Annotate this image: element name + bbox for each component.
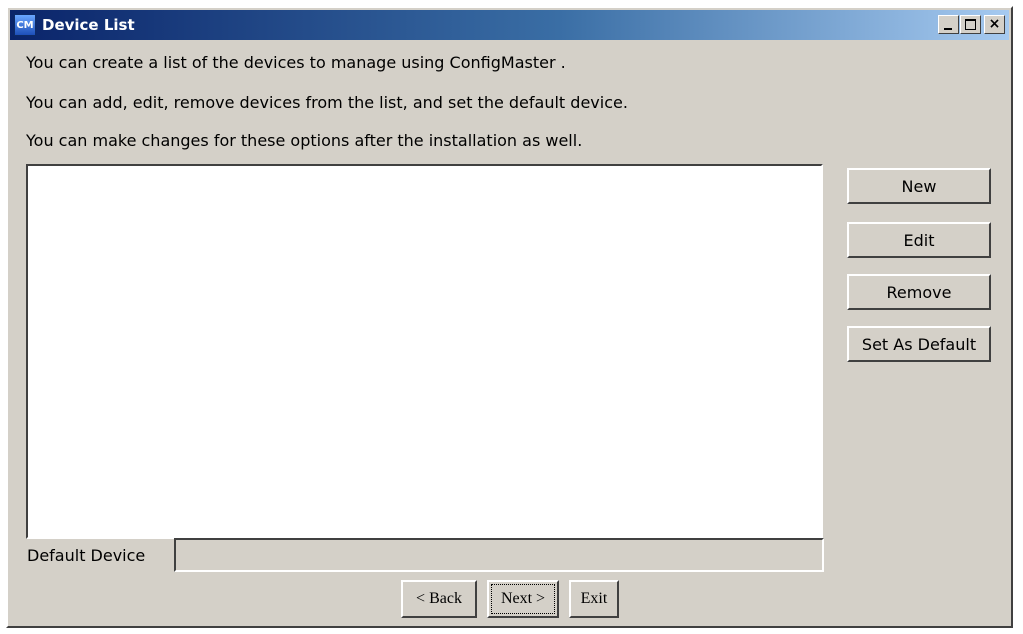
edit-button[interactable]: Edit bbox=[847, 222, 991, 258]
device-list-box[interactable] bbox=[26, 164, 823, 539]
remove-button[interactable]: Remove bbox=[847, 274, 991, 310]
maximize-button[interactable] bbox=[960, 15, 981, 34]
caption-buttons: × bbox=[937, 15, 1005, 35]
set-as-default-button[interactable]: Set As Default bbox=[847, 326, 991, 362]
window-title: Device List bbox=[42, 16, 135, 34]
close-button[interactable]: × bbox=[984, 15, 1005, 34]
default-device-label: Default Device bbox=[27, 546, 146, 565]
maximize-icon bbox=[965, 19, 976, 30]
configmaster-app-icon: CM bbox=[14, 14, 36, 36]
minimize-icon bbox=[944, 28, 952, 30]
default-device-field bbox=[174, 538, 824, 572]
back-button[interactable]: < Back bbox=[401, 580, 477, 618]
minimize-button[interactable] bbox=[938, 15, 959, 34]
instruction-line-3: You can make changes for these options a… bbox=[26, 131, 583, 150]
title-bar[interactable]: CM Device List × bbox=[10, 10, 1009, 40]
new-button[interactable]: New bbox=[847, 168, 991, 204]
instruction-line-1: You can create a list of the devices to … bbox=[26, 53, 566, 72]
next-button[interactable]: Next > bbox=[487, 580, 559, 618]
instruction-line-2: You can add, edit, remove devices from t… bbox=[26, 93, 628, 112]
close-icon: × bbox=[988, 16, 1001, 32]
device-list-window: CM Device List × You can create a list o… bbox=[6, 6, 1013, 628]
exit-button[interactable]: Exit bbox=[569, 580, 619, 618]
